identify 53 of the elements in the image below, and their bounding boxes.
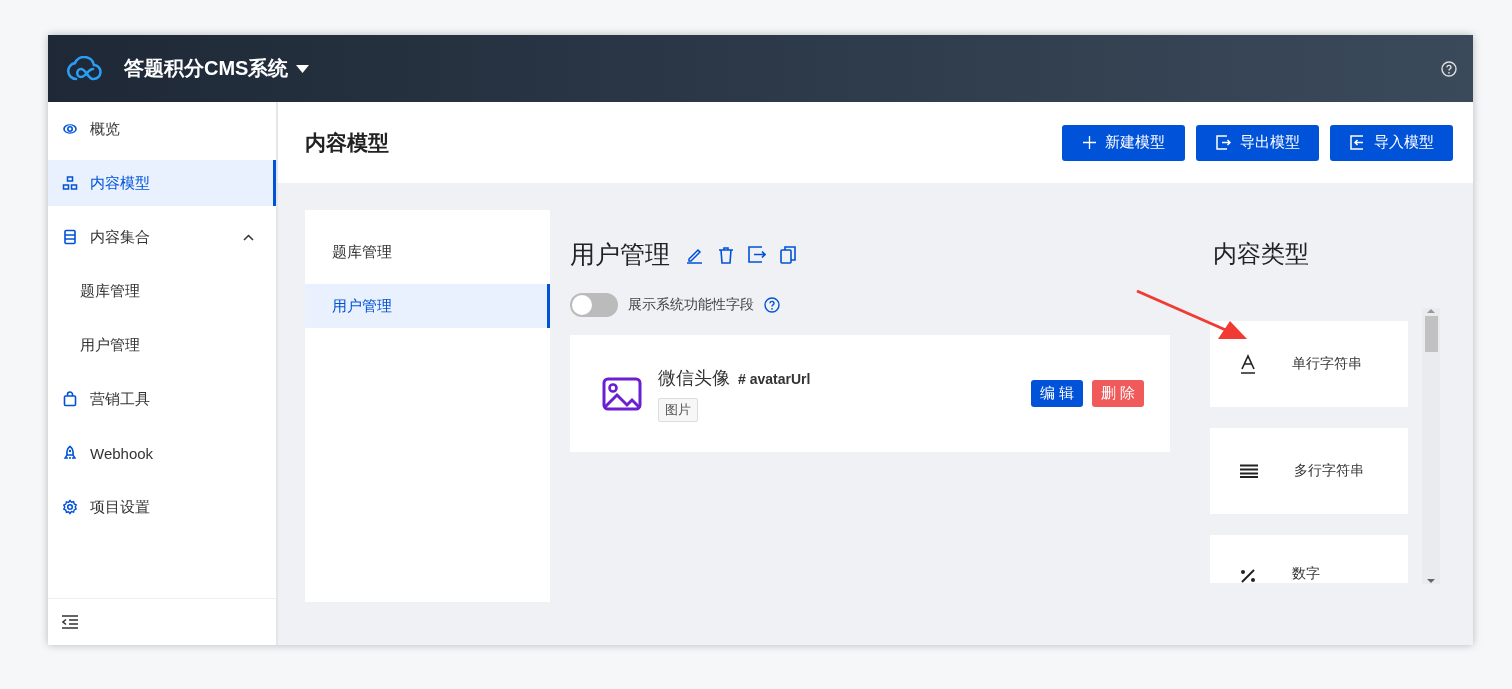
model-title: 用户管理 (570, 239, 670, 270)
chevron-icon[interactable] (243, 233, 254, 241)
content-type-label: 单行字符串 (1292, 355, 1362, 373)
field-type-tag: 图片 (658, 397, 698, 422)
cloud-logo-icon (64, 55, 102, 82)
percent-icon (1240, 569, 1256, 583)
lines-icon (1240, 464, 1258, 478)
rocket-icon (62, 445, 78, 461)
image-icon (602, 376, 642, 411)
field-key: # avatarUrl (738, 370, 811, 387)
app-title[interactable]: 答题积分CMS系统 (124, 55, 310, 82)
toggle-switch[interactable] (570, 293, 618, 317)
sidebar-item[interactable]: 概览 (48, 106, 276, 152)
model-list-item[interactable]: 题库管理 (305, 230, 550, 274)
document-icon (62, 229, 78, 245)
collapse-menu-icon[interactable] (62, 615, 78, 629)
sidebar-item[interactable]: 营销工具 (48, 376, 276, 422)
sidebar-item[interactable]: Webhook (48, 430, 276, 476)
plus-icon (1082, 136, 1096, 149)
edit-button[interactable]: 编 辑 (1030, 380, 1083, 407)
toggle-label: 展示系统功能性字段 (628, 296, 754, 314)
content-type-label: 多行字符串 (1294, 462, 1364, 480)
sidebar-subitem[interactable]: 用户管理 (48, 322, 276, 368)
model-button[interactable]: 导入模型 (1330, 124, 1453, 161)
eye-icon (62, 121, 78, 137)
trash-icon[interactable] (718, 245, 734, 264)
sidebar-subitem[interactable]: 题库管理 (48, 268, 276, 314)
sidebar-item[interactable]: 内容模型 (48, 160, 276, 206)
export-icon (1215, 135, 1231, 150)
help-icon[interactable] (764, 297, 780, 313)
section-title: 内容类型 (1213, 239, 1310, 269)
content-type-card[interactable]: 多行字符串 (1210, 428, 1408, 514)
page-title: 内容模型 (305, 129, 389, 156)
content-type-card[interactable]: 数字 (1210, 535, 1408, 583)
hierarchy-icon (62, 175, 78, 191)
scrollbar-thumb[interactable] (1424, 316, 1438, 352)
copy-icon[interactable] (780, 245, 796, 264)
letter-a-icon (1240, 354, 1256, 374)
scroll-down-arrow-icon[interactable] (1427, 578, 1435, 584)
sidebar-item[interactable]: 内容集合 (48, 214, 276, 260)
bag-icon (62, 391, 78, 407)
model-list-item[interactable]: 用户管理 (305, 284, 550, 328)
model-button[interactable]: 新建模型 (1062, 124, 1185, 161)
content-type-label: 数字 (1292, 565, 1320, 583)
field-name: 微信头像 (658, 367, 730, 388)
gear-icon (62, 499, 78, 515)
export-icon[interactable] (748, 246, 766, 263)
model-button[interactable]: 导出模型 (1196, 124, 1319, 161)
import-icon (1349, 135, 1365, 150)
sidebar-item[interactable]: 项目设置 (48, 484, 276, 530)
content-type-card[interactable]: 单行字符串 (1210, 321, 1408, 407)
caret-icon (296, 64, 310, 73)
scrollbar[interactable] (1422, 308, 1440, 584)
